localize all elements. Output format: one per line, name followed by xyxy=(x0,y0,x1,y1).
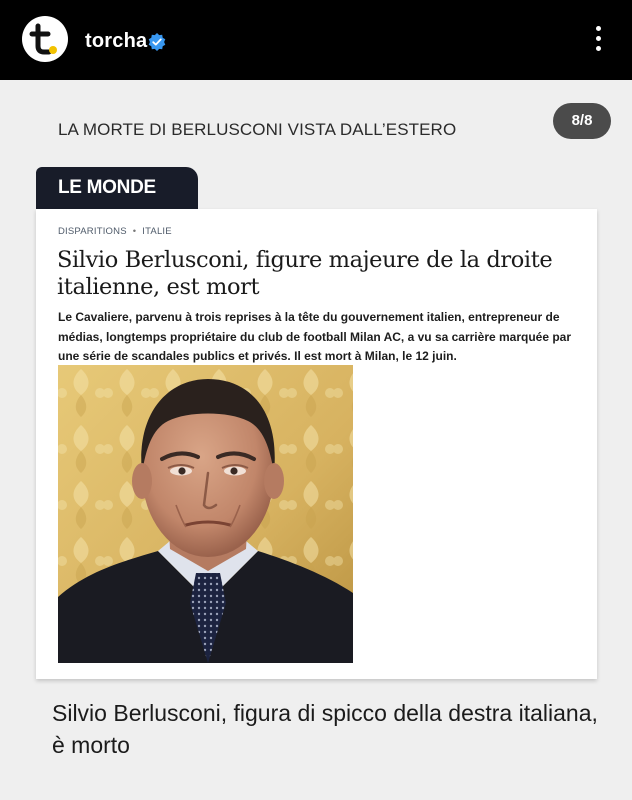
post-header: LA MORTE DI BERLUSCONI VISTA DALL’ESTERO xyxy=(58,120,457,139)
source-label: LE MONDE xyxy=(36,167,198,210)
post-caption: Silvio Berlusconi, figura di spicco dell… xyxy=(52,700,598,758)
top-bar: torcha xyxy=(0,0,632,80)
article-lede: Le Cavaliere, parvenu à trois reprises à… xyxy=(58,310,572,363)
slide-counter: 8/8 xyxy=(553,103,611,139)
kicker-topic: ITALIE xyxy=(142,226,172,237)
portrait-photo xyxy=(58,365,353,663)
more-vertical-icon[interactable] xyxy=(588,26,608,54)
article-headline: Silvio Berlusconi, figure majeure de la … xyxy=(57,247,553,300)
torcha-logo-icon xyxy=(29,23,57,55)
account-name[interactable]: torcha xyxy=(85,30,147,53)
account-avatar[interactable] xyxy=(22,16,68,62)
article-clipping: DISPARITIONS • ITALIE Silvio Berlusconi, f… xyxy=(36,209,597,679)
verified-badge-icon xyxy=(148,33,166,51)
kicker-separator: • xyxy=(132,226,137,237)
article-kicker: DISPARITIONS • ITALIE xyxy=(58,226,172,237)
kicker-section: DISPARITIONS xyxy=(58,226,127,237)
